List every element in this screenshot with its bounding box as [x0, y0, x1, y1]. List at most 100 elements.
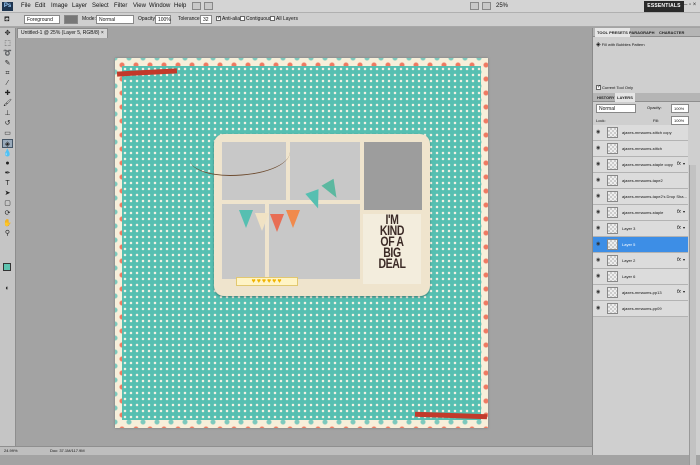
- expand-effects-icon[interactable]: ▾: [683, 257, 685, 262]
- healing-tool-icon[interactable]: ✚: [2, 89, 13, 98]
- visibility-eye-icon[interactable]: ◉: [596, 242, 601, 247]
- pen-tool-icon[interactable]: ✒: [2, 169, 13, 178]
- type-tool-icon[interactable]: T: [2, 179, 13, 188]
- all-layers-checkbox[interactable]: All Layers: [270, 16, 298, 22]
- tab-tool-presets[interactable]: TOOL PRESETS: [595, 28, 630, 37]
- visibility-eye-icon[interactable]: ◉: [596, 226, 601, 231]
- marquee-tool-icon[interactable]: ⬚: [2, 39, 13, 48]
- photoshop-logo: Ps: [2, 2, 13, 11]
- visibility-eye-icon[interactable]: ◉: [596, 178, 601, 183]
- fill-source-select[interactable]: Foreground: [24, 15, 60, 24]
- layer-row[interactable]: ◉ ajaxes-mmaums-tape2: [593, 173, 688, 189]
- tab-layers[interactable]: LAYERS: [615, 93, 635, 102]
- shape-tool-icon[interactable]: ▢: [2, 199, 13, 208]
- clone-stamp-tool-icon[interactable]: ⊥: [2, 109, 13, 118]
- eyedropper-tool-icon[interactable]: ⁄: [2, 79, 13, 88]
- preset-item[interactable]: ◈ Fill with Bubbles Pattern: [596, 41, 696, 51]
- mode-select[interactable]: Normal: [96, 15, 134, 24]
- contiguous-label: Contiguous: [246, 16, 272, 22]
- pattern-picker[interactable]: [64, 15, 78, 24]
- all-layers-label: All Layers: [276, 16, 298, 22]
- layer-effects-badge[interactable]: fx: [677, 257, 681, 263]
- document-tab[interactable]: Untitled-1 @ 25% (Layer 5, RGB/8) ×: [17, 28, 108, 38]
- layer-row[interactable]: ◉ ajaxes-mmaums-tape2's Drop Sha...: [593, 189, 688, 205]
- tolerance-input[interactable]: 32: [200, 15, 212, 24]
- contiguous-checkbox[interactable]: Contiguous: [240, 16, 271, 22]
- foreground-color-swatch[interactable]: [3, 263, 11, 271]
- eraser-tool-icon[interactable]: ▭: [2, 129, 13, 138]
- layer-effects-badge[interactable]: fx: [677, 209, 681, 215]
- layer-row[interactable]: ◉ ajaxes-mmaums-pp13 fx ▾: [593, 285, 688, 301]
- layer-row[interactable]: ◉ Layer 3 fx ▾: [593, 221, 688, 237]
- path-select-tool-icon[interactable]: ➤: [2, 189, 13, 198]
- blur-tool-icon[interactable]: 💧: [2, 149, 13, 158]
- dodge-tool-icon[interactable]: ●: [2, 159, 13, 168]
- zoom-tool-icon[interactable]: ⚲: [2, 229, 13, 238]
- bridge-icon[interactable]: [192, 2, 201, 10]
- zoom-tool-icon[interactable]: [482, 2, 491, 10]
- visibility-eye-icon[interactable]: ◉: [596, 146, 601, 151]
- menu-image[interactable]: Image: [51, 3, 68, 9]
- layer-row[interactable]: ◉ ajaxes-mmaums-pp09: [593, 301, 688, 317]
- visibility-eye-icon[interactable]: ◉: [596, 258, 601, 263]
- minibridge-icon[interactable]: [204, 2, 213, 10]
- quick-select-tool-icon[interactable]: ✎: [2, 59, 13, 68]
- layer-effects-badge[interactable]: fx: [677, 161, 681, 167]
- scrapbook-page[interactable]: I'M KIND OF A BIG DEAL ♥♥♥♥♥♥: [115, 58, 488, 428]
- layer-row[interactable]: ◉ Layer 2 fx ▾: [593, 253, 688, 269]
- visibility-eye-icon[interactable]: ◉: [596, 274, 601, 279]
- paint-bucket-icon[interactable]: ⛾: [4, 15, 10, 24]
- layer-effects-badge[interactable]: fx: [677, 225, 681, 231]
- visibility-eye-icon[interactable]: ◉: [596, 130, 601, 135]
- layer-opacity-input[interactable]: 100%: [671, 104, 689, 113]
- expand-effects-icon[interactable]: ▾: [683, 161, 685, 166]
- tab-history[interactable]: HISTORY: [595, 93, 617, 102]
- menu-select[interactable]: Select: [92, 3, 109, 9]
- layer-row[interactable]: ◉ Layer 5: [593, 237, 688, 253]
- layer-row[interactable]: ◉ ajaxes-mmaums-staple copy fx ▾: [593, 157, 688, 173]
- fill-input[interactable]: 100%: [671, 116, 689, 125]
- layers-scrollbar[interactable]: [689, 165, 696, 465]
- tab-paragraph[interactable]: PARAGRAPH: [627, 28, 656, 37]
- quick-mask-icon[interactable]: ◐: [2, 284, 13, 293]
- 3d-rotate-tool-icon[interactable]: ⟳: [2, 209, 13, 218]
- menu-view[interactable]: View: [133, 3, 146, 9]
- menu-window[interactable]: Window: [149, 3, 170, 9]
- move-tool-icon[interactable]: ✥: [2, 29, 13, 38]
- blend-mode-select[interactable]: Normal: [596, 104, 636, 113]
- menu-edit[interactable]: Edit: [35, 3, 45, 9]
- paint-bucket-tool-icon[interactable]: ◈: [2, 139, 13, 148]
- layer-effects-badge[interactable]: fx: [677, 289, 681, 295]
- visibility-eye-icon[interactable]: ◉: [596, 210, 601, 215]
- visibility-eye-icon[interactable]: ◉: [596, 306, 601, 311]
- essentials-workspace-button[interactable]: ESSENTIALS: [644, 1, 684, 12]
- hand-tool-icon[interactable]: ✋: [2, 219, 13, 228]
- tab-character[interactable]: CHARACTER: [657, 28, 686, 37]
- window-controls[interactable]: – ▫ ×: [684, 2, 696, 8]
- current-tool-only-checkbox[interactable]: Current Tool Only: [596, 85, 633, 91]
- hand-tool-icon[interactable]: [470, 2, 479, 10]
- visibility-eye-icon[interactable]: ◉: [596, 194, 601, 199]
- history-brush-tool-icon[interactable]: ↺: [2, 119, 13, 128]
- layer-row[interactable]: ◉ ajaxes-mmaums-stitch: [593, 141, 688, 157]
- expand-effects-icon[interactable]: ▾: [683, 209, 685, 214]
- zoom-level[interactable]: 25%: [496, 3, 508, 9]
- layer-row[interactable]: ◉ Layer 6: [593, 269, 688, 285]
- brush-tool-icon[interactable]: 🖌: [2, 99, 13, 108]
- visibility-eye-icon[interactable]: ◉: [596, 290, 601, 295]
- expand-effects-icon[interactable]: ▾: [683, 289, 685, 294]
- opacity-input[interactable]: 100%: [155, 15, 171, 24]
- status-zoom[interactable]: 24.99%: [4, 447, 18, 455]
- visibility-eye-icon[interactable]: ◉: [596, 162, 601, 167]
- menu-layer[interactable]: Layer: [72, 3, 87, 9]
- canvas-area[interactable]: I'M KIND OF A BIG DEAL ♥♥♥♥♥♥: [17, 38, 592, 446]
- lasso-tool-icon[interactable]: ➰: [2, 49, 13, 58]
- menu-filter[interactable]: Filter: [114, 3, 127, 9]
- menu-file[interactable]: File: [21, 3, 31, 9]
- layer-row[interactable]: ◉ ajaxes-mmaums-stitch copy: [593, 125, 688, 141]
- layer-row[interactable]: ◉ ajaxes-mmaums-staple fx ▾: [593, 205, 688, 221]
- menu-help[interactable]: Help: [174, 3, 186, 9]
- antialias-checkbox[interactable]: Anti-alias: [216, 16, 243, 22]
- expand-effects-icon[interactable]: ▾: [683, 225, 685, 230]
- crop-tool-icon[interactable]: ⌗: [2, 69, 13, 78]
